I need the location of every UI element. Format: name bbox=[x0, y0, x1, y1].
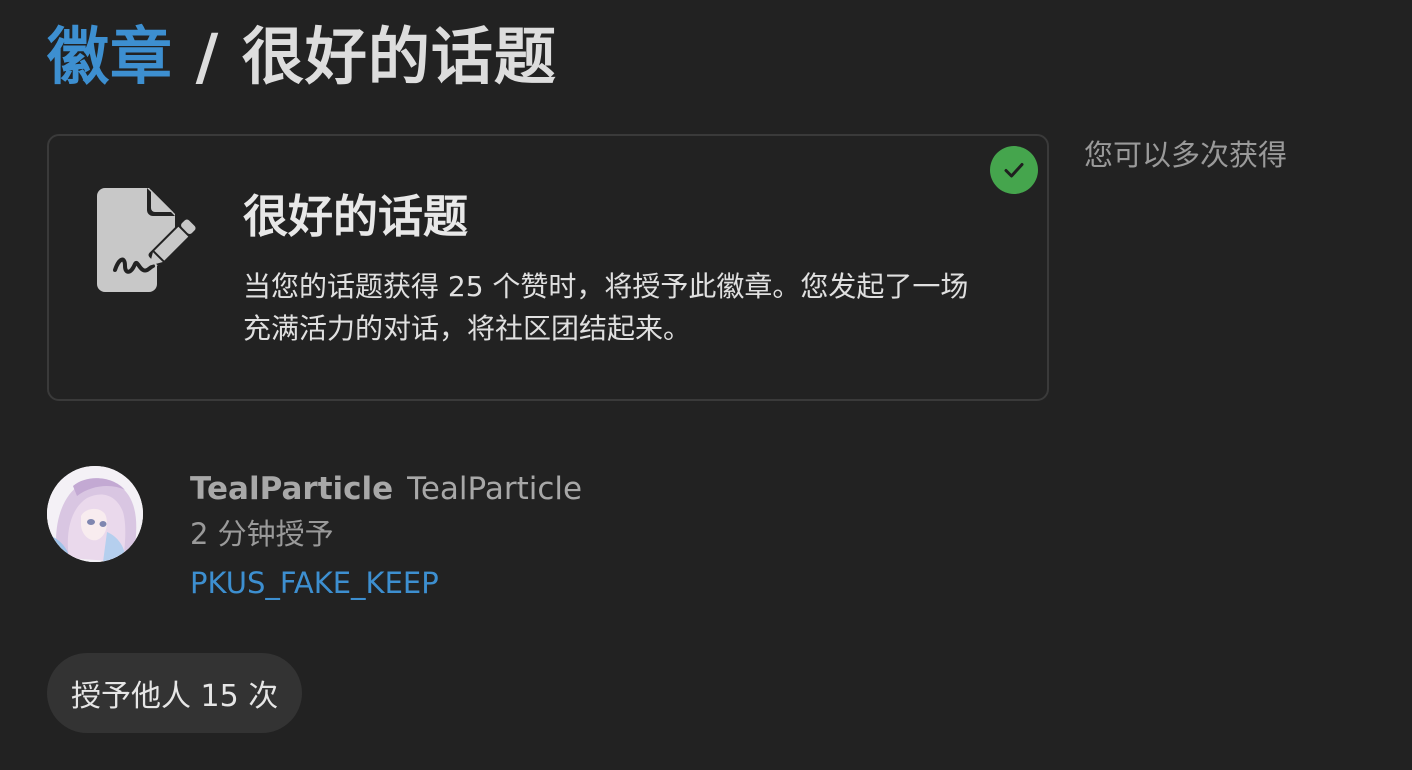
grant-info: TealParticle TealParticle 2 分钟授予 PKUS_FAK… bbox=[190, 468, 582, 602]
breadcrumb-badges-link[interactable]: 徽章 bbox=[47, 20, 173, 93]
user-fullname: TealParticle bbox=[407, 471, 583, 507]
grant-time: 2 分钟授予 bbox=[190, 517, 334, 551]
username-link[interactable]: TealParticle bbox=[190, 471, 393, 507]
breadcrumb-current: 很好的话题 bbox=[241, 20, 557, 93]
avatar[interactable] bbox=[47, 466, 143, 562]
granted-count-pill[interactable]: 授予他人 15 次 bbox=[47, 653, 303, 733]
check-circle-icon bbox=[990, 146, 1038, 194]
page-title: 徽章 / 很好的话题 bbox=[47, 18, 557, 96]
breadcrumb-separator: / bbox=[195, 20, 220, 93]
badge-page: 徽章 / 很好的话题 很好的话题 当您的话题获得 25 个赞时，将授予此徽章。您… bbox=[0, 0, 1412, 770]
user-line: TealParticle TealParticle bbox=[190, 468, 582, 510]
badge-name: 很好的话题 bbox=[243, 190, 469, 243]
badge-description: 当您的话题获得 25 个赞时，将授予此徽章。您发起了一场充满活力的对话，将社区团… bbox=[243, 270, 969, 345]
user-grant: TealParticle TealParticle 2 分钟授予 PKUS_FAK… bbox=[47, 466, 847, 616]
badge-card: 很好的话题 当您的话题获得 25 个赞时，将授予此徽章。您发起了一场充满活力的对… bbox=[47, 134, 1049, 401]
multiple-grant-note: 您可以多次获得 bbox=[1084, 138, 1288, 172]
document-signature-icon bbox=[97, 188, 213, 292]
grant-topic-link[interactable]: PKUS_FAKE_KEEP bbox=[190, 564, 582, 602]
